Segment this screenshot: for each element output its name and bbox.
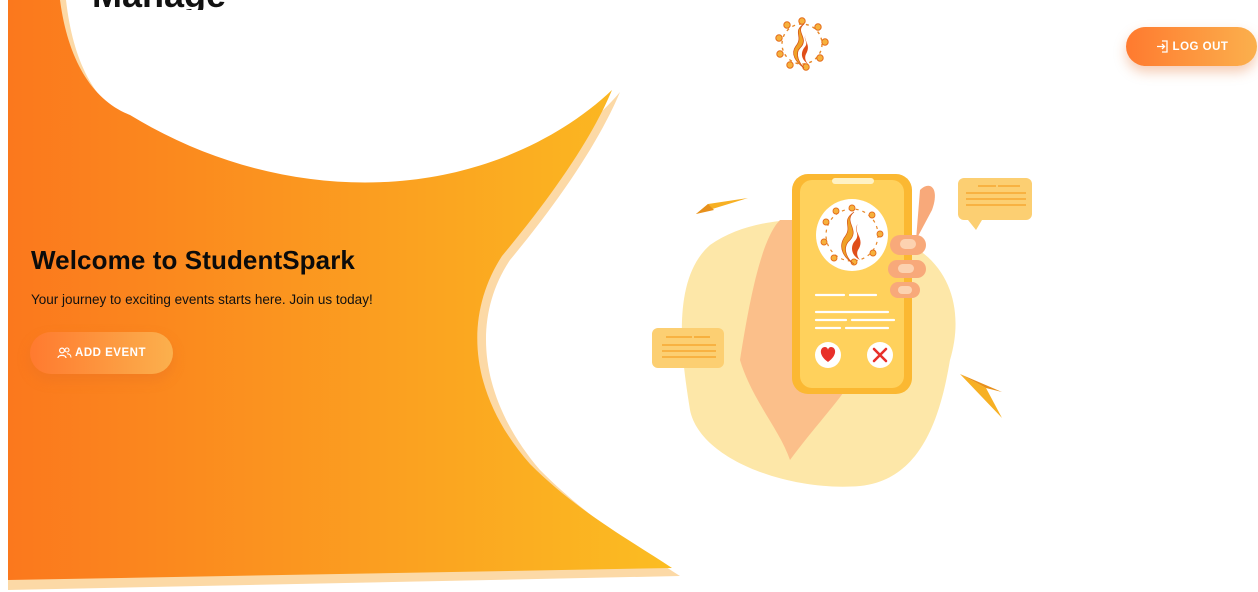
landing-page: Manage your page Welcome to StudentSpark… — [0, 0, 1258, 592]
logout-label: LOG OUT — [1172, 40, 1229, 53]
phone-hand-illustration — [652, 174, 1032, 487]
hero-title: Welcome to StudentSpark — [31, 245, 355, 275]
studentspark-logo-icon — [775, 17, 829, 71]
add-event-label: ADD EVENT — [75, 347, 146, 359]
logout-button[interactable]: LOG OUT — [1126, 27, 1257, 66]
hero-subtitle: Your journey to exciting events starts h… — [31, 292, 373, 307]
login-arrow-icon — [1155, 39, 1170, 54]
hero-section: Welcome to StudentSpark Your journey to … — [31, 245, 373, 307]
users-icon — [57, 347, 72, 359]
add-event-button[interactable]: ADD EVENT — [30, 332, 173, 374]
